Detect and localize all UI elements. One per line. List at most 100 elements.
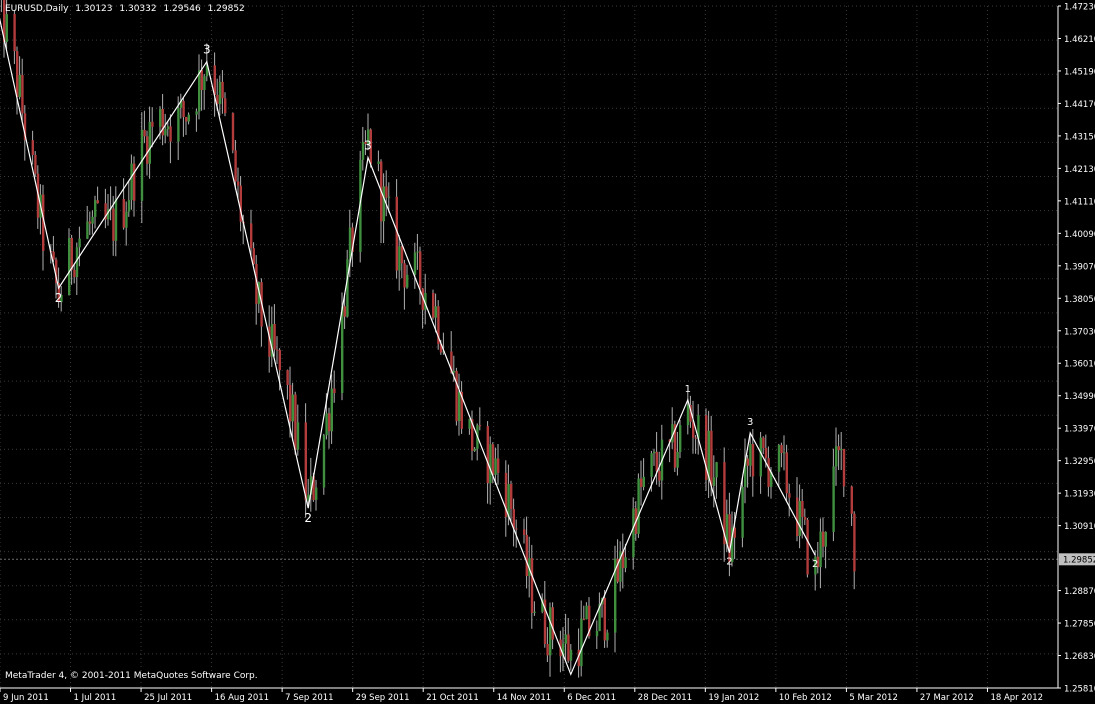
candle-body	[341, 306, 344, 394]
candle-body	[419, 251, 422, 289]
candle-body	[567, 634, 570, 661]
candle-body	[250, 223, 253, 249]
candle-body	[822, 531, 825, 547]
candle-body	[322, 435, 326, 488]
candle-body	[803, 516, 807, 520]
candle-body	[595, 631, 599, 637]
candle-body	[486, 426, 489, 484]
candle-body	[151, 121, 154, 127]
candle-body	[94, 200, 97, 217]
candle-body	[764, 447, 768, 459]
candle-body	[533, 611, 536, 613]
candle-body	[88, 221, 92, 224]
candle-body	[530, 558, 534, 613]
candle-body	[832, 466, 835, 532]
candle-body	[70, 237, 73, 270]
y-tick-label: 1.45190	[1064, 67, 1095, 77]
candle-body	[68, 237, 71, 295]
candle-body	[13, 14, 16, 52]
candle-body	[585, 605, 588, 620]
y-tick-label: 1.31930	[1064, 490, 1095, 500]
candle-body	[746, 458, 749, 466]
candle-body	[788, 493, 791, 498]
x-tick-label: 9 Jun 2011	[3, 693, 49, 703]
candle-body	[133, 163, 136, 201]
current-price-tag: 1.29852	[1059, 553, 1095, 566]
candle-body	[385, 186, 388, 198]
candle-body	[169, 126, 172, 142]
ohlc-low: 1.29546	[163, 4, 201, 14]
candle-body	[218, 81, 222, 105]
candle-body	[224, 98, 227, 114]
candle-body	[16, 51, 19, 97]
candle-body	[655, 451, 658, 472]
candle-body	[606, 632, 609, 641]
candle-body	[221, 81, 224, 99]
candle-body	[382, 186, 385, 222]
candle-body	[564, 634, 567, 644]
candle-body	[478, 425, 482, 427]
candle-body	[432, 292, 435, 318]
candle-body	[231, 113, 235, 151]
candle-body	[86, 221, 89, 239]
y-tick-label: 1.43150	[1064, 132, 1095, 142]
candle-body	[73, 269, 76, 278]
candle-body	[5, 14, 8, 42]
candle-body	[112, 208, 115, 241]
y-tick-label: 1.41110	[1064, 197, 1095, 207]
y-tick-label: 1.25810	[1064, 685, 1095, 695]
candle-body	[452, 370, 456, 373]
candle-body	[78, 238, 81, 248]
zigzag-pivot-label: 2	[304, 511, 312, 525]
candle-body	[741, 486, 744, 538]
y-tick-label: 1.47230	[1064, 3, 1095, 13]
candle-body	[767, 458, 770, 487]
candle-body	[551, 607, 554, 640]
candle-body	[200, 69, 203, 91]
candle-body	[114, 199, 118, 241]
candle-body	[166, 126, 170, 130]
price-chart[interactable]: 2 3 2 3 1 2 3 2 1.47230 1.46210 1.45190 1.44170 1.4…	[0, 0, 1095, 704]
candle-body	[146, 136, 149, 164]
candle-body	[749, 444, 752, 466]
candle-body	[234, 150, 237, 182]
candle-body	[413, 252, 417, 275]
symbol-info-bar: EURUSD,Daily 1.30123 1.30332 1.29546 1.2…	[5, 4, 249, 14]
x-tick-label: 7 Sep 2011	[285, 693, 333, 703]
candle-body	[333, 388, 336, 394]
candle-body	[497, 458, 500, 473]
candle-body	[185, 117, 188, 122]
x-tick-label: 1 Jul 2011	[74, 693, 117, 703]
y-tick-label: 1.27850	[1064, 620, 1095, 630]
candle-body	[603, 598, 606, 641]
y-tick-label: 1.32950	[1064, 457, 1095, 467]
candle-body	[679, 425, 682, 452]
ohlc-open: 1.30123	[75, 4, 113, 14]
candle-body	[198, 69, 201, 112]
candle-body	[580, 618, 583, 667]
candle-body	[387, 196, 391, 198]
candle-body	[624, 557, 627, 569]
candle-body	[148, 121, 151, 164]
candle-body	[819, 531, 822, 568]
y-tick-label: 1.34990	[1064, 392, 1095, 402]
candle-body	[286, 370, 289, 385]
candle-body	[52, 251, 55, 260]
candle-body	[515, 528, 518, 530]
candle-body	[715, 462, 718, 478]
candle-body	[824, 531, 827, 547]
zigzag-pivot-label: 2	[812, 559, 818, 570]
candle-body	[710, 430, 713, 486]
candle-body	[840, 448, 843, 451]
candle-body	[549, 607, 552, 656]
candle-body	[406, 274, 409, 288]
candle-body	[853, 513, 856, 572]
x-tick-label: 6 Dec 2011	[567, 693, 616, 703]
candle-body	[798, 501, 801, 537]
candle-body	[489, 444, 492, 484]
candle-body	[140, 129, 144, 201]
x-tick-label: 28 Dec 2011	[638, 693, 692, 703]
candle-body	[278, 350, 281, 371]
candle-body	[455, 370, 458, 422]
candle-body	[658, 471, 661, 481]
